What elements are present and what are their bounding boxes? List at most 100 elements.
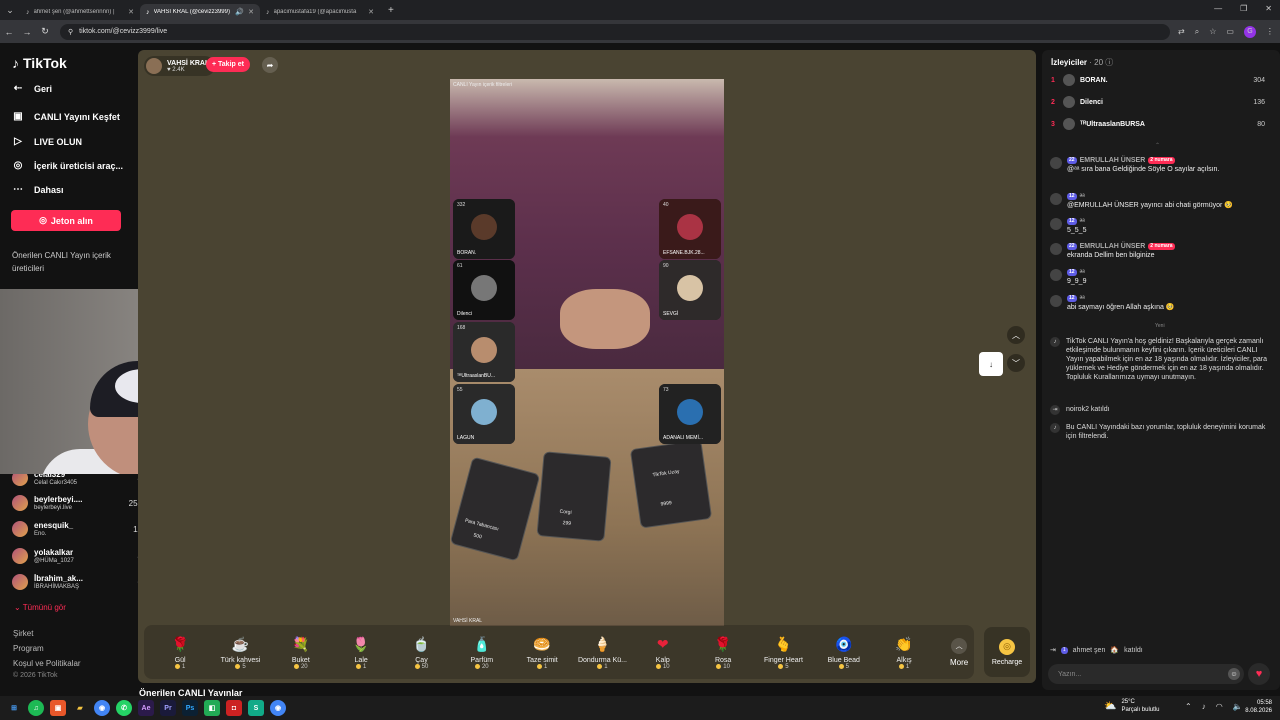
footer-program[interactable]: Program [13, 644, 44, 653]
chat-message[interactable]: 12 ᵃᵃ abi saymayı öğren Allah aşkına 🥺 [1050, 294, 1272, 312]
show-all-link[interactable]: ⌄ Tümünü gör [14, 603, 66, 612]
profile-avatar[interactable]: G [1243, 25, 1256, 38]
translate-icon[interactable]: ⇄ [1178, 27, 1185, 36]
tab-search-icon[interactable]: ⌄ [0, 5, 20, 16]
chat-message[interactable]: 22 EMRULLAH ÜNSER 2 numara @ᵃᵃ sıra bana Ge… [1050, 156, 1272, 174]
windows-start-icon[interactable]: ⊞ [6, 700, 22, 716]
browser-tab-3[interactable]: ♪ apacimustafa19 (@apacimusta ✕ [260, 4, 380, 20]
emoji-icon[interactable]: ☺ [1228, 668, 1240, 680]
recharge-button[interactable]: ◎ Recharge [984, 627, 1030, 677]
new-tab-button[interactable]: + [388, 5, 394, 16]
gift-perfume[interactable]: 🧴 Parfüm 20 [452, 635, 512, 670]
guest-box[interactable]: 90 SEVGİ [659, 260, 721, 320]
more-gifts-button[interactable]: ︿ More [944, 637, 974, 667]
buy-coins-button[interactable]: ◎ Jeton alın [11, 210, 121, 231]
weather-widget[interactable]: ⛅ 25°C Parçalı bulutlu [1104, 698, 1159, 714]
guest-box[interactable]: 61 Dilenci [453, 260, 515, 320]
spotify-icon[interactable]: ♫ [28, 700, 44, 716]
chevron-up-icon[interactable]: ︿ [1007, 326, 1025, 344]
gift-rose[interactable]: 🌹 Gül 1 [150, 635, 210, 670]
viewer-row[interactable]: 1 BORAN. 304 [1051, 74, 1265, 86]
tiktok-logo[interactable]: ♪ TikTok [12, 55, 67, 71]
maximize-icon[interactable]: ❐ [1240, 4, 1247, 13]
gift-card: Corgi 299 [536, 451, 612, 542]
guest-box[interactable]: 40 EFSANE.BJK.28... [659, 199, 721, 259]
file-explorer-icon[interactable]: ▰ [72, 700, 88, 716]
chrome-icon[interactable]: ◉ [270, 700, 286, 716]
suggested-streamer[interactable]: enesquik_Eno.12 [12, 521, 142, 537]
app-icon[interactable]: ◧ [204, 700, 220, 716]
close-tab-icon[interactable]: ✕ [128, 8, 134, 16]
nav-back[interactable]: ⇠ Geri [12, 83, 52, 94]
after-effects-icon[interactable]: Ae [138, 700, 154, 716]
back-icon[interactable]: ← [0, 27, 18, 37]
viewer-row[interactable]: 3 ᵀᴿUltraaslanBURSA 80 [1051, 118, 1265, 130]
creator-info[interactable]: VAHSİ KRAL ♥ 2.4K [144, 56, 216, 76]
photoshop-icon[interactable]: Ps [182, 700, 198, 716]
suggested-streamer[interactable]: İbrahim_ak...İBRAHİMAKBAŞ6 [12, 574, 142, 590]
gift-ice-cream[interactable]: 🍦 Dondurma Kü... 1 [572, 635, 632, 670]
gift-finger-heart[interactable]: 🫰 Finger Heart 5 [753, 635, 813, 670]
guest-box[interactable]: 168 ᵀᴿUltraaslanBU... [453, 322, 515, 382]
close-tab-icon[interactable]: ✕ [248, 8, 254, 16]
footer-company[interactable]: Şirket [13, 629, 33, 638]
chrome-icon[interactable]: ◉ [94, 700, 110, 716]
scroll-down-button[interactable]: ↓ [979, 352, 1003, 376]
info-icon[interactable]: ⓘ [1103, 58, 1113, 67]
browser-tab-1[interactable]: ♪ ahmet şen (@ahmettsennnn) | ✕ [20, 4, 140, 20]
whatsapp-icon[interactable]: ✆ [116, 700, 132, 716]
speaker-icon[interactable]: 🔊 [235, 8, 244, 16]
site-info-icon[interactable]: ⚲ [68, 28, 73, 36]
zoom-icon[interactable]: ⌕ [1195, 27, 1199, 37]
gift-heart[interactable]: ❤ Kalp 10 [633, 635, 693, 670]
premiere-icon[interactable]: Pr [160, 700, 176, 716]
footer-terms[interactable]: Koşul ve Politikalar [13, 659, 81, 668]
nav-go-live[interactable]: ▷ LIVE OLUN [12, 136, 82, 147]
chat-message[interactable]: 12 ᵃᵃ 5_5_5 [1050, 217, 1272, 235]
chevron-down-icon[interactable]: ﹀ [1007, 354, 1025, 372]
bookmark-star-icon[interactable]: ☆ [1209, 27, 1216, 36]
guest-box[interactable]: 332 BORAN. [453, 199, 515, 259]
like-heart-icon[interactable]: ♥ [1248, 663, 1270, 685]
app-icon[interactable]: ▣ [50, 700, 66, 716]
minimize-icon[interactable]: — [1214, 4, 1222, 13]
microphone-icon[interactable]: ♪ [1202, 702, 1206, 711]
chat-input[interactable]: Yazın... [1048, 664, 1244, 684]
nav-explore-live[interactable]: ▣ CANLI Yayını Keşfet [12, 111, 120, 122]
chevron-up-icon[interactable]: ⌃ [1185, 702, 1192, 711]
guest-box[interactable]: 73 ADANALI MEMİ... [659, 384, 721, 444]
gift-blue-bead[interactable]: 🧿 Blue Bead 5 [814, 635, 874, 670]
browser-menu-icon[interactable]: ⋮ [1266, 27, 1274, 36]
app-icon[interactable]: S [248, 700, 264, 716]
reload-icon[interactable]: ↻ [36, 26, 54, 37]
url-field[interactable]: ⚲ tiktok.com/@cevizz3999/live [60, 23, 1170, 40]
close-tab-icon[interactable]: ✕ [368, 8, 374, 16]
gift-tulip[interactable]: 🌷 Lale 1 [331, 635, 391, 670]
wifi-icon[interactable]: ◠ [1216, 702, 1223, 711]
follow-button[interactable]: + Takip et [206, 57, 250, 72]
chat-message[interactable]: 22 EMRULLAH ÜNSER 2 numara ekranda Dellim b… [1050, 242, 1272, 260]
suggested-streamer[interactable]: beylerbeyi.... beylerbeyi.live 255 [12, 495, 142, 511]
gift-turkish-coffee[interactable]: ☕ Türk kahvesi 5 [210, 635, 270, 670]
forward-icon[interactable]: → [18, 27, 36, 37]
viewers-title[interactable]: İzleyiciler · 20 ⓘ [1051, 57, 1113, 68]
chat-message[interactable]: 12 ᵃᵃ @EMRULLAH ÜNSER yayıncı abi chati gö… [1050, 192, 1272, 210]
extensions-icon[interactable]: ▭ [1226, 27, 1234, 36]
chat-message[interactable]: 12 ᵃᵃ 9_9_9 [1050, 268, 1272, 286]
clock[interactable]: 05:58 8.08.2026 [1228, 699, 1272, 715]
gift-bouquet[interactable]: 💐 Buket 20 [271, 635, 331, 670]
browser-tab-2[interactable]: ♪ VAHSİ KRAL (@cevizz3999) 🔊 ✕ [140, 4, 260, 20]
app-icon[interactable]: ◘ [226, 700, 242, 716]
drag-handle[interactable]: ⌃ [1155, 142, 1160, 149]
gift-simit[interactable]: 🥯 Taze simit 1 [512, 635, 572, 670]
guest-box[interactable]: 55 LAGUN [453, 384, 515, 444]
gift-rosa[interactable]: 🌹 Rosa 10 [693, 635, 753, 670]
gift-clap[interactable]: 👏 Alkış 1 [874, 635, 934, 670]
viewer-row[interactable]: 2 Dilenci 136 [1051, 96, 1265, 108]
gift-tea[interactable]: 🍵 Çay 50 [391, 635, 451, 670]
suggested-streamer[interactable]: yolakalkar@HÜMa_10278 [12, 548, 142, 564]
close-window-icon[interactable]: ✕ [1265, 4, 1272, 13]
nav-creator-tools[interactable]: ◎ İçerik üreticisi araç... [12, 160, 123, 171]
nav-more[interactable]: ⋯ Dahası [12, 184, 64, 195]
share-icon[interactable]: ➦ [262, 57, 278, 73]
